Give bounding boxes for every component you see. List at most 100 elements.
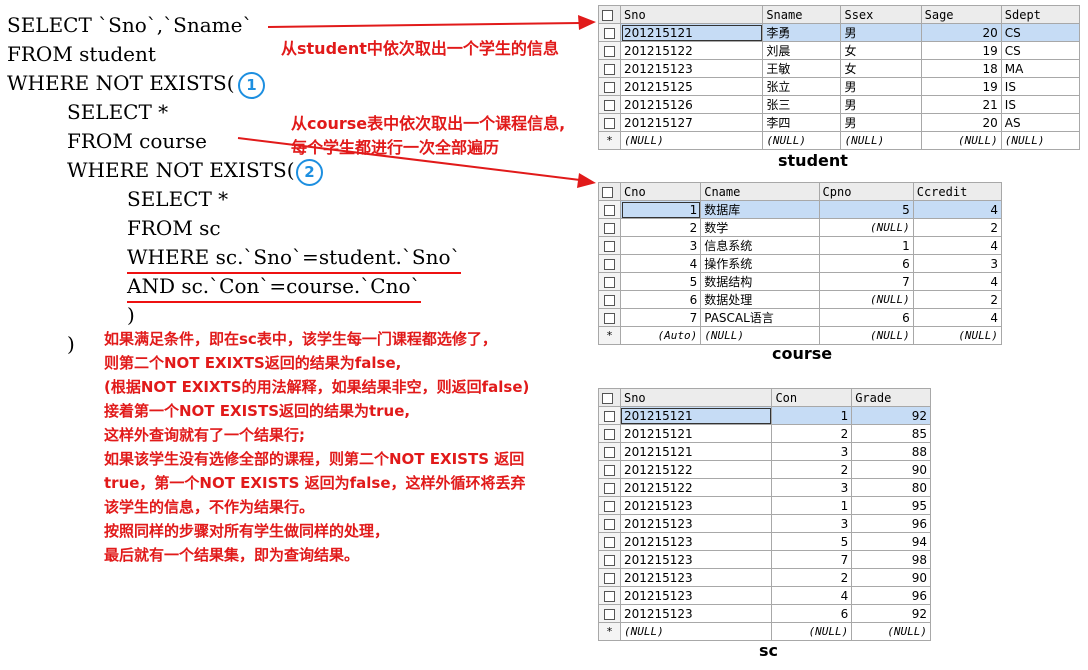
table-cell[interactable]: (NULL) [851, 622, 931, 641]
table-cell[interactable]: CS [1000, 41, 1081, 60]
table-cell[interactable]: 80 [851, 478, 931, 497]
table-cell[interactable]: 6 [620, 290, 702, 309]
row-checkbox[interactable] [597, 200, 622, 219]
table-cell[interactable]: 201215123 [619, 496, 773, 515]
row-checkbox[interactable] [598, 532, 621, 551]
column-header[interactable]: Cno [620, 182, 702, 201]
table-row[interactable]: 4 操作系统 6 3 [597, 254, 1003, 273]
row-checkbox[interactable] [598, 442, 621, 461]
column-header[interactable]: Ccredit [912, 182, 1003, 201]
table-cell[interactable]: 张立 [762, 77, 842, 96]
table-cell[interactable]: 201215125 [620, 77, 764, 96]
table-cell[interactable]: 201215123 [619, 550, 773, 569]
row-checkbox[interactable] [598, 514, 621, 533]
row-checkbox[interactable] [597, 290, 622, 309]
table-cell[interactable]: 19 [920, 77, 1002, 96]
table-cell[interactable]: 张三 [762, 95, 842, 114]
table-cell[interactable]: 4 [771, 586, 853, 605]
select-all-checkbox[interactable] [598, 388, 621, 407]
table-cell[interactable]: 7 [771, 550, 853, 569]
table-cell[interactable]: 4 [912, 236, 1003, 255]
table-cell[interactable]: 20 [920, 23, 1002, 42]
column-header[interactable]: Cname [700, 182, 820, 201]
table-cell[interactable]: 1 [771, 496, 853, 515]
column-header[interactable]: Con [771, 388, 853, 407]
table-cell[interactable]: 男 [840, 23, 922, 42]
row-checkbox[interactable] [597, 59, 622, 78]
table-row[interactable]: 201215127 李四 男 20 AS [597, 113, 1081, 132]
row-checkbox[interactable] [597, 41, 622, 60]
table-cell[interactable]: (NULL) [920, 131, 1002, 150]
row-checkbox[interactable] [598, 604, 621, 623]
table-cell[interactable]: 20 [920, 113, 1002, 132]
table-cell[interactable]: 数学 [700, 218, 820, 237]
row-checkbox[interactable] [598, 568, 621, 587]
table-cell[interactable]: 数据库 [700, 200, 820, 219]
table-cell[interactable]: 2 [771, 424, 853, 443]
table-cell[interactable]: CS [1000, 23, 1081, 42]
table-row[interactable]: 201215123 王敏 女 18 MA [597, 59, 1081, 78]
table-cell[interactable]: 201215123 [619, 532, 773, 551]
table-row[interactable]: 201215121 2 85 [598, 424, 931, 443]
table-cell[interactable]: 2 [771, 460, 853, 479]
table-cell[interactable]: 7 [620, 308, 702, 327]
table-row[interactable]: 201215125 张立 男 19 IS [597, 77, 1081, 96]
table-cell[interactable]: 96 [851, 514, 931, 533]
table-cell[interactable]: 201215121 [619, 406, 773, 425]
table-cell[interactable]: 3 [620, 236, 702, 255]
table-cell[interactable]: 信息系统 [700, 236, 820, 255]
table-cell[interactable]: 201215123 [620, 59, 764, 78]
table-cell[interactable]: 201215121 [619, 442, 773, 461]
table-cell[interactable]: 201215126 [620, 95, 764, 114]
row-checkbox[interactable] [597, 23, 622, 42]
row-checkbox[interactable] [597, 254, 622, 273]
column-header[interactable]: Sage [920, 5, 1002, 24]
table-cell[interactable]: 1 [818, 236, 914, 255]
table-cell[interactable]: 数据处理 [700, 290, 820, 309]
table-cell[interactable]: 4 [620, 254, 702, 273]
row-checkbox[interactable] [598, 586, 621, 605]
table-cell[interactable]: (NULL) [818, 326, 914, 345]
table-cell[interactable]: 92 [851, 406, 931, 425]
table-cell[interactable]: 李勇 [762, 23, 842, 42]
row-checkbox[interactable] [597, 236, 622, 255]
table-row[interactable]: 3 信息系统 1 4 [597, 236, 1003, 255]
table-row[interactable]: 7 PASCAL语言 6 4 [597, 308, 1003, 327]
table-cell[interactable]: 3 [771, 478, 853, 497]
table-cell[interactable]: 201215121 [619, 424, 773, 443]
table-row[interactable]: 201215123 1 95 [598, 496, 931, 515]
table-row[interactable]: 201215123 3 96 [598, 514, 931, 533]
row-checkbox[interactable] [598, 424, 621, 443]
table-cell[interactable]: 88 [851, 442, 931, 461]
row-checkbox[interactable] [597, 218, 622, 237]
table-row[interactable]: 201215122 刘晨 女 19 CS [597, 41, 1081, 60]
row-checkbox[interactable] [597, 308, 622, 327]
table-cell[interactable]: (NULL) [840, 131, 922, 150]
column-header[interactable]: Ssex [840, 5, 922, 24]
table-cell[interactable]: 7 [818, 272, 914, 291]
table-cell[interactable]: 3 [771, 442, 853, 461]
table-row[interactable]: 201215121 李勇 男 20 CS [597, 23, 1081, 42]
table-cell[interactable]: 1 [771, 406, 853, 425]
table-cell[interactable]: 操作系统 [700, 254, 820, 273]
table-cell[interactable]: (Auto) [620, 326, 702, 345]
table-row[interactable]: 1 数据库 5 4 [597, 200, 1003, 219]
table-cell[interactable]: 王敏 [762, 59, 842, 78]
select-all-checkbox[interactable] [597, 182, 622, 201]
column-header[interactable]: Cpno [818, 182, 914, 201]
column-header[interactable]: Sno [619, 388, 773, 407]
row-checkbox[interactable] [598, 496, 621, 515]
table-cell[interactable]: 1 [620, 200, 702, 219]
table-cell[interactable]: 19 [920, 41, 1002, 60]
column-header[interactable]: Sdept [1000, 5, 1081, 24]
table-cell[interactable]: 2 [771, 568, 853, 587]
table-cell[interactable]: (NULL) [762, 131, 842, 150]
table-cell[interactable]: (NULL) [700, 326, 820, 345]
table-row[interactable]: 201215121 1 92 [598, 406, 931, 425]
table-row[interactable]: 5 数据结构 7 4 [597, 272, 1003, 291]
select-all-checkbox[interactable] [597, 5, 622, 24]
table-cell[interactable]: 92 [851, 604, 931, 623]
row-checkbox[interactable] [598, 550, 621, 569]
table-cell[interactable]: 6 [818, 254, 914, 273]
table-row[interactable]: 201215121 3 88 [598, 442, 931, 461]
